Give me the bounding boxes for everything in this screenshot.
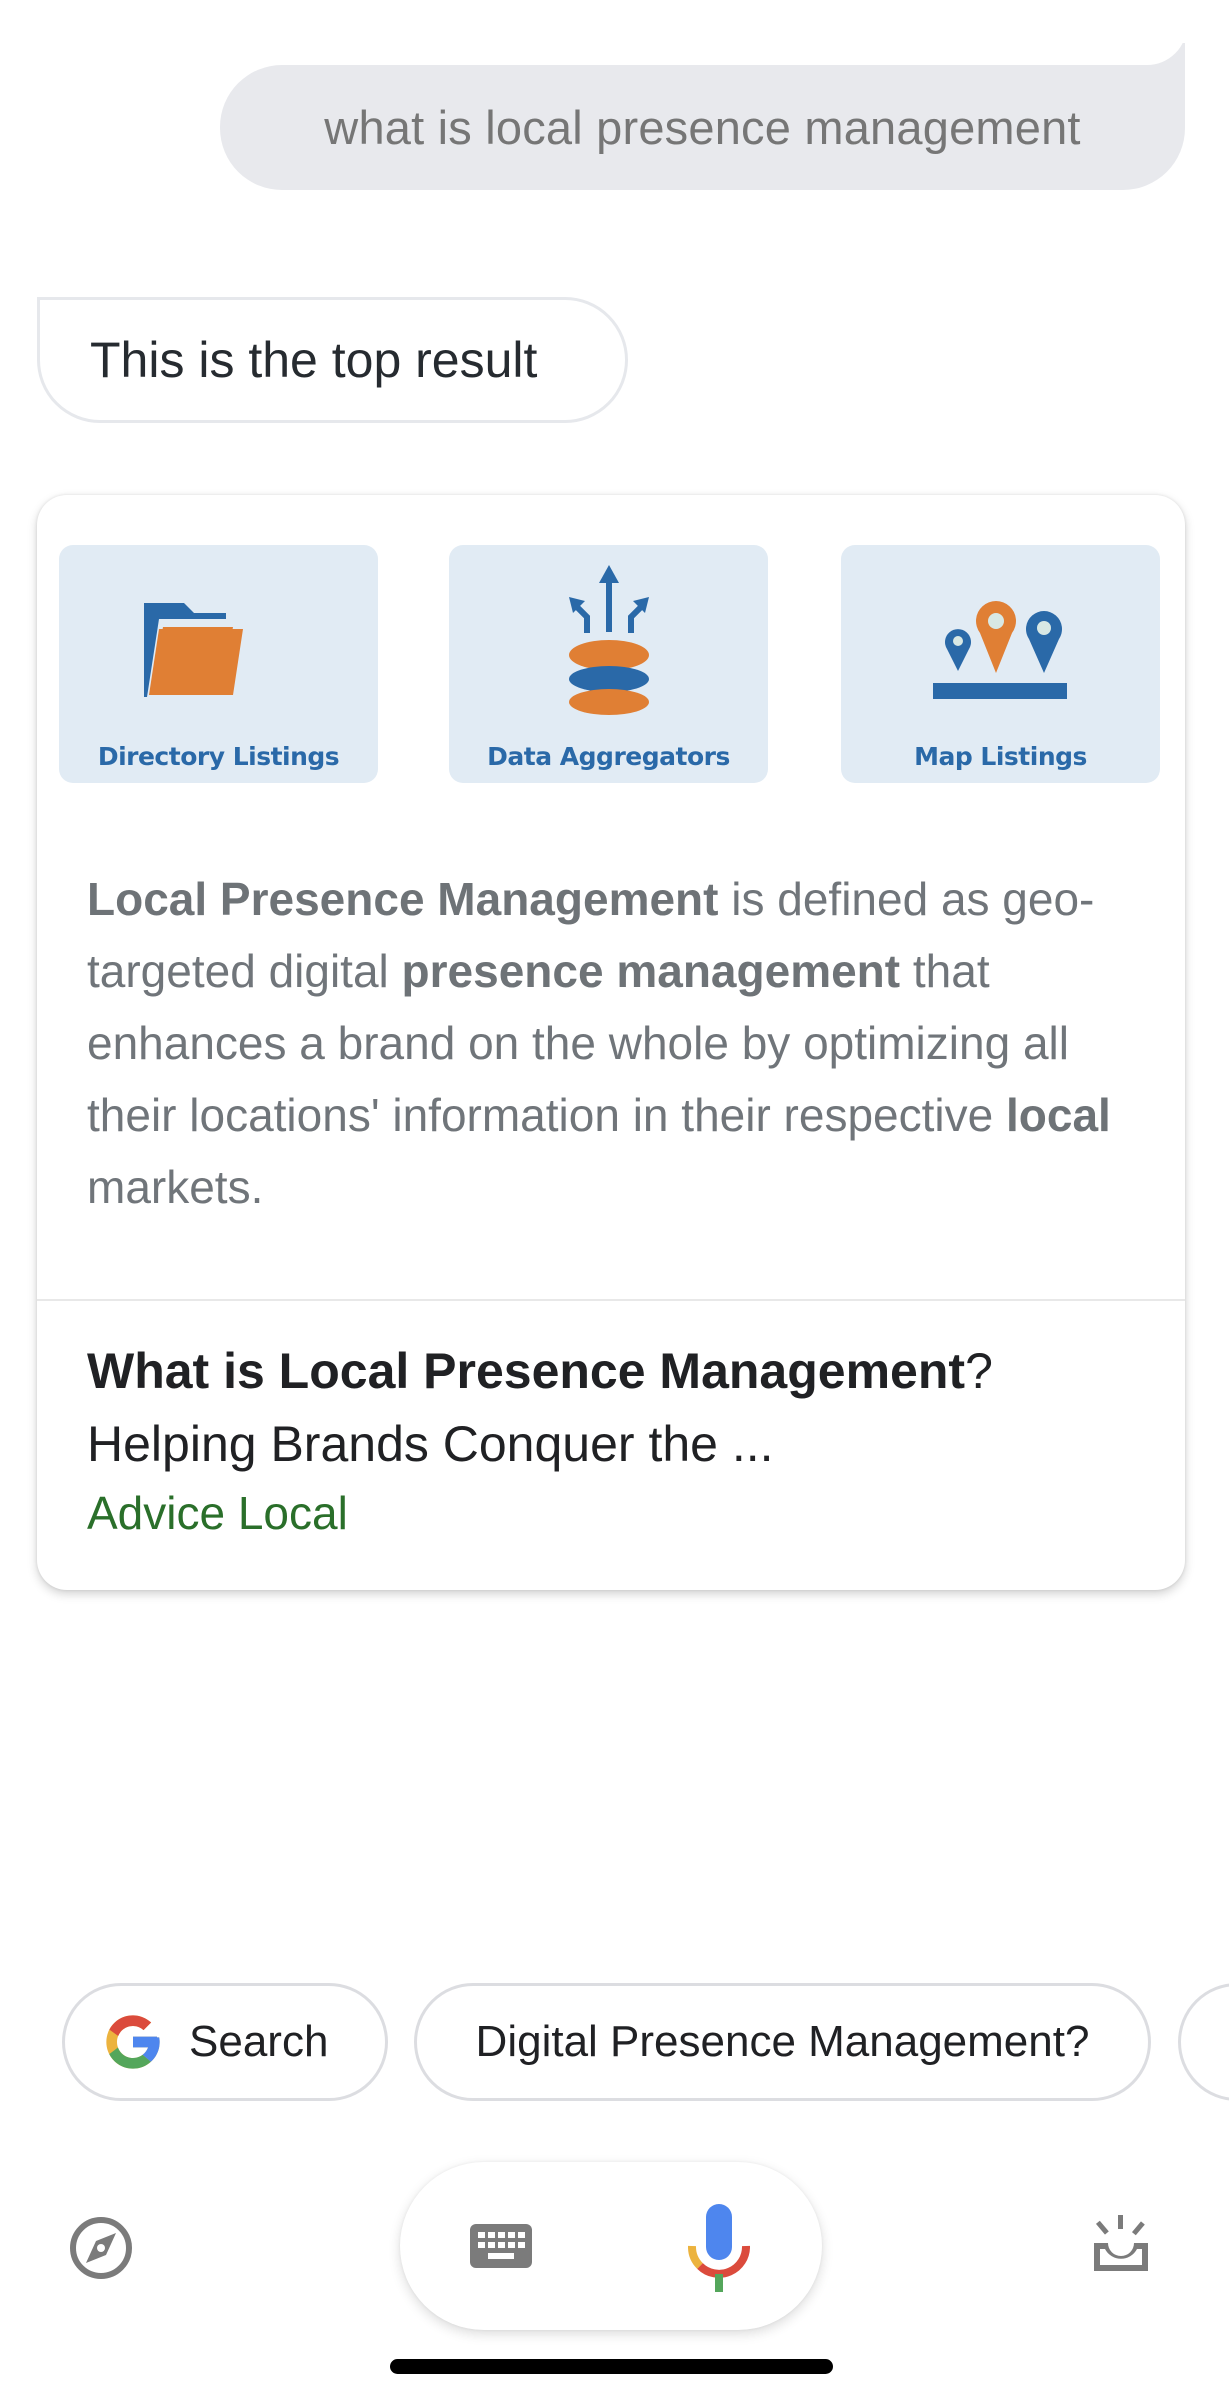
updates-tray-icon[interactable] [1088,2215,1154,2281]
result-title-bold: What is Local Presence Management [87,1343,966,1399]
assistant-reply-bubble: This is the top result [37,297,628,423]
suggestion-chip-partial[interactable] [1178,1983,1229,2101]
desc-part: local [1006,1089,1111,1141]
result-title-rest: ? [965,1343,993,1399]
tile-label: Directory Listings [97,742,340,771]
map-pins-icon [933,601,1067,699]
result-link-subtitle[interactable]: Helping Brands Conquer the ... [87,1413,774,1475]
chip-label: Search [189,2017,329,2066]
chip-label: Digital Presence Management? [475,2017,1090,2066]
bubble-tail [1143,3,1187,65]
user-query-bubble: what is local presence management [220,3,1187,190]
result-source: Advice Local [87,1487,348,1539]
google-g-icon [106,2015,160,2069]
explore-compass-icon[interactable] [68,2215,134,2281]
desc-part: presence management [401,945,901,997]
input-mode-pill [400,2162,822,2330]
tile-label: Data Aggregators [487,742,730,771]
result-description: Local Presence Management is defined as … [87,863,1157,1223]
top-result-card[interactable]: Directory Listings Data Aggregators Map … [37,495,1185,1590]
tile-map-listings: Map Listings [841,545,1160,783]
microphone-icon[interactable] [688,2204,750,2292]
tile-data-aggregators: Data Aggregators [449,545,768,783]
result-link-title[interactable]: What is Local Presence Management? [87,1340,993,1402]
card-divider [37,1299,1185,1301]
desc-part: Local Presence Management [87,873,719,925]
suggestion-chip-digital-presence[interactable]: Digital Presence Management? [414,1983,1151,2101]
user-query-text: what is local presence management [324,101,1081,154]
desc-part: markets. [87,1161,264,1213]
folder-icon [144,603,243,697]
database-arrows-icon [569,565,649,715]
assistant-reply-text: This is the top result [90,332,538,388]
home-indicator[interactable] [390,2359,833,2374]
tile-label: Map Listings [914,742,1087,771]
tile-directory-listings: Directory Listings [59,545,378,783]
keyboard-icon[interactable] [470,2224,532,2268]
suggestion-chip-search[interactable]: Search [62,1983,388,2101]
